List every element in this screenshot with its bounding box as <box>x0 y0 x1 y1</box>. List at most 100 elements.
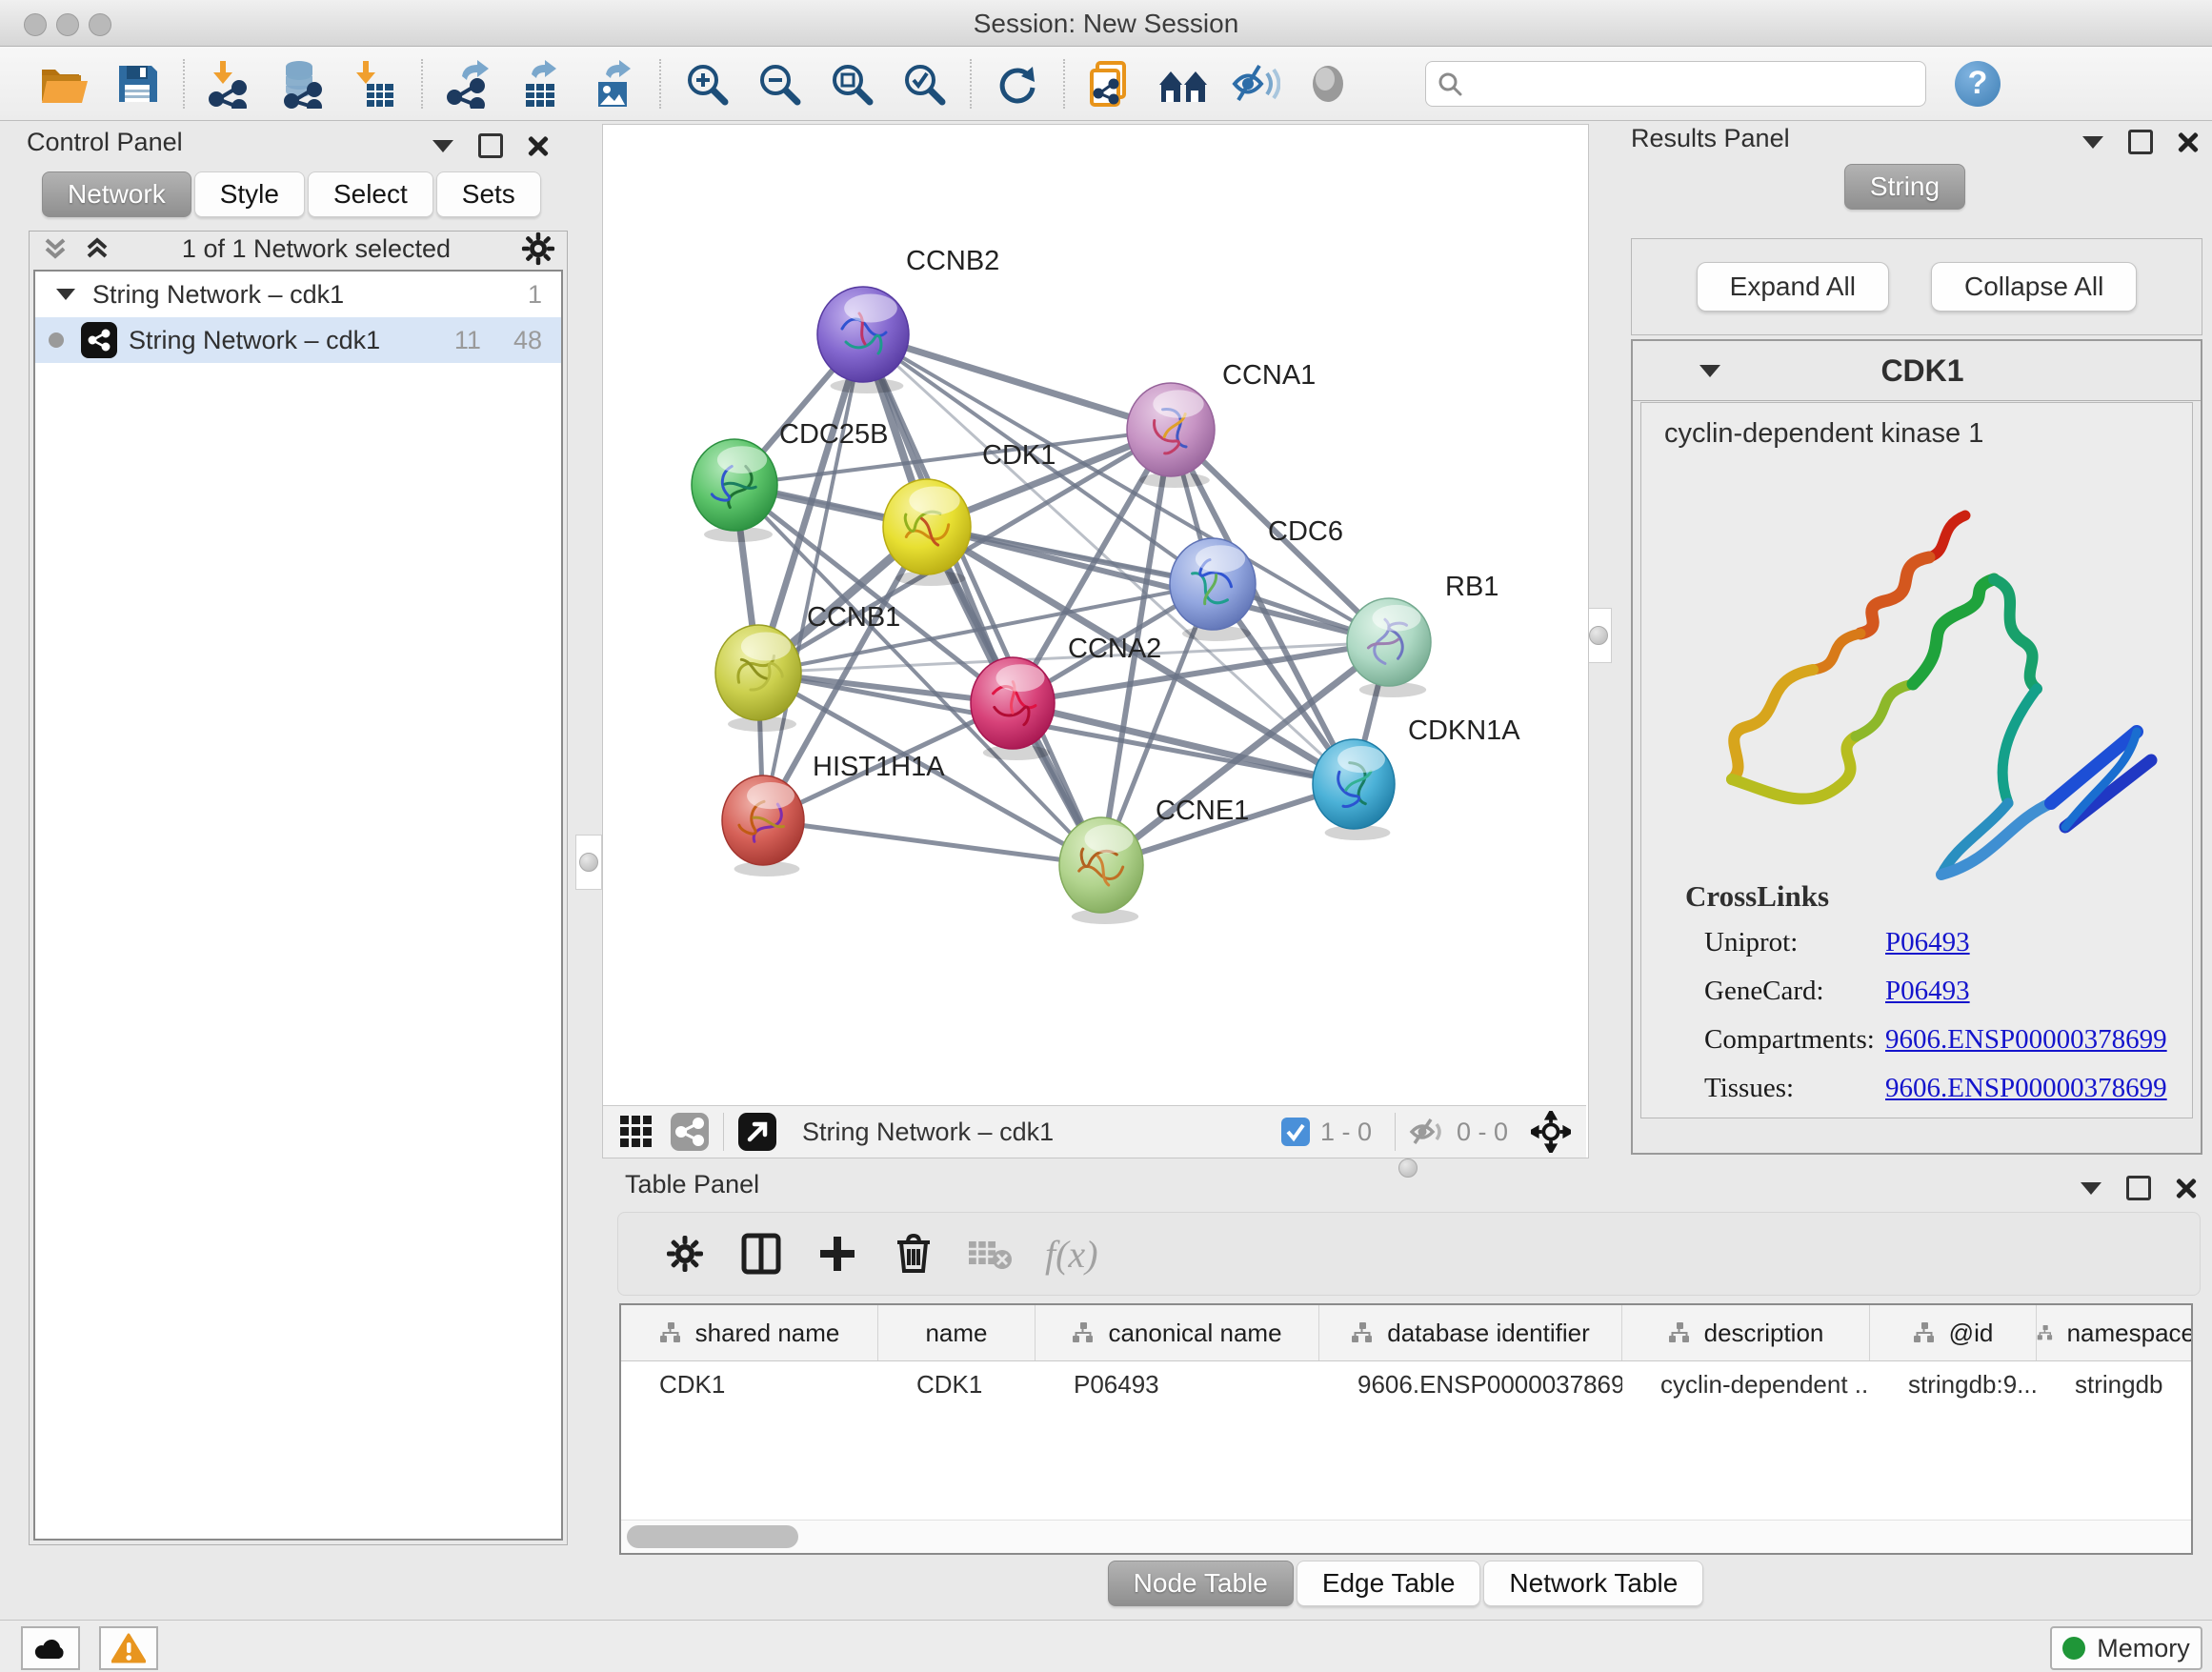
collapse-all-chevron-icon[interactable] <box>41 234 70 263</box>
memory-button[interactable]: Memory <box>2050 1626 2202 1670</box>
crosslink-row: Compartments:9606.ENSP00000378699 <box>1704 1024 2192 1056</box>
panel-menu-icon[interactable] <box>432 140 453 152</box>
uniprot-link[interactable]: P06493 <box>1885 927 1970 958</box>
hide-graphics-details-icon[interactable] <box>1229 57 1282 111</box>
hidden-eye-icon[interactable] <box>1409 1117 1447 1147</box>
grid-icon[interactable] <box>616 1112 656 1152</box>
zoom-in-icon[interactable] <box>680 57 734 111</box>
gene-entry-header[interactable]: CDK1 <box>1633 341 2201 401</box>
expand-all-chevron-icon[interactable] <box>83 234 111 263</box>
network-edge-hist1h1a-ccne1[interactable] <box>763 820 1101 865</box>
table-cell[interactable]: CDK1 <box>878 1370 1036 1400</box>
tab-style[interactable]: Style <box>194 171 305 217</box>
tree-expand-icon[interactable] <box>56 289 75 300</box>
genecard-link[interactable]: P06493 <box>1885 976 1970 1007</box>
column-header-sharedname[interactable]: shared name <box>621 1305 878 1360</box>
network-node-ccnb2[interactable] <box>817 287 909 393</box>
table-cell[interactable]: stringdb:9... <box>1870 1370 2037 1400</box>
network-edge-ccnb2-hist1h1a[interactable] <box>763 334 863 820</box>
table-cell[interactable]: stringdb <box>2037 1370 2193 1400</box>
new-network-from-selection-icon[interactable] <box>1084 57 1137 111</box>
selected-checkbox[interactable] <box>1280 1117 1311 1147</box>
first-neighbors-icon[interactable] <box>1156 57 1210 111</box>
column-header-canonicalname[interactable]: canonical name <box>1036 1305 1319 1360</box>
share-view-icon[interactable] <box>670 1112 710 1152</box>
table-cell[interactable]: P06493 <box>1036 1370 1319 1400</box>
left-splitter-handle[interactable] <box>575 835 602 890</box>
compartments-link[interactable]: 9606.ENSP00000378699 <box>1885 1024 2167 1056</box>
column-header-namespace[interactable]: namespace <box>2037 1305 2193 1360</box>
network-collection-row[interactable]: String Network – cdk1 1 <box>35 272 561 317</box>
import-table-icon[interactable] <box>349 57 402 111</box>
network-node-ccna1[interactable] <box>1127 383 1215 488</box>
panel-float-icon[interactable] <box>2128 130 2153 154</box>
gear-icon[interactable] <box>521 232 555 266</box>
function-builder-icon[interactable]: f(x) <box>1045 1232 1098 1277</box>
help-icon[interactable]: ? <box>1955 61 2001 107</box>
panel-close-icon[interactable] <box>2178 131 2199 152</box>
panel-menu-icon[interactable] <box>2081 1182 2101 1195</box>
network-canvas-svg[interactable]: CCNB2CCNA1CDC25BCDK1CDC6RB1CCNB1CCNA2CDK… <box>603 125 1586 1104</box>
refresh-view-icon[interactable] <box>991 57 1044 111</box>
table-horizontal-scrollbar[interactable] <box>621 1520 2191 1553</box>
table-cell[interactable]: CDK1 <box>621 1370 878 1400</box>
cloud-button[interactable] <box>21 1626 80 1670</box>
panel-float-icon[interactable] <box>2126 1176 2151 1200</box>
move-crosshair-icon[interactable] <box>1531 1112 1571 1152</box>
column-header-name[interactable]: name <box>878 1305 1036 1360</box>
add-column-icon[interactable] <box>811 1227 864 1280</box>
panel-menu-icon[interactable] <box>2082 136 2103 149</box>
network-edge-ccnb2-ccne1[interactable] <box>863 334 1101 865</box>
export-image-icon[interactable] <box>587 57 640 111</box>
collapse-entry-icon[interactable] <box>1699 365 1720 377</box>
table-cell[interactable]: cyclin-dependent ... <box>1622 1370 1870 1400</box>
panel-close-icon[interactable] <box>528 135 549 156</box>
delete-column-icon[interactable] <box>887 1227 940 1280</box>
network-node-ccnb1[interactable] <box>715 625 801 732</box>
zoom-selected-icon[interactable] <box>897 57 951 111</box>
panel-float-icon[interactable] <box>478 133 503 158</box>
collapse-all-button[interactable]: Collapse All <box>1931 262 2137 312</box>
column-header-databaseidentifier[interactable]: database identifier <box>1319 1305 1622 1360</box>
expand-all-button[interactable]: Expand All <box>1697 262 1889 312</box>
tab-sets[interactable]: Sets <box>436 171 541 217</box>
tab-edge-table[interactable]: Edge Table <box>1297 1561 1481 1606</box>
import-network-database-icon[interactable] <box>276 57 330 111</box>
search-input[interactable] <box>1472 68 1914 99</box>
column-header-id[interactable]: @id <box>1870 1305 2037 1360</box>
external-link-icon[interactable] <box>737 1112 777 1152</box>
birds-eye-view-icon[interactable] <box>1301 57 1355 111</box>
tab-node-table[interactable]: Node Table <box>1108 1561 1294 1606</box>
search-box[interactable] <box>1425 61 1926 107</box>
tab-select[interactable]: Select <box>308 171 433 217</box>
zoom-fit-icon[interactable] <box>825 57 878 111</box>
import-network-file-icon[interactable] <box>204 57 257 111</box>
gear-icon[interactable] <box>658 1227 712 1280</box>
tab-network-table[interactable]: Network Table <box>1483 1561 1703 1606</box>
warning-button[interactable] <box>99 1626 158 1670</box>
export-network-icon[interactable] <box>442 57 495 111</box>
tab-network[interactable]: Network <box>42 171 191 217</box>
save-session-icon[interactable] <box>111 57 164 111</box>
network-row[interactable]: String Network – cdk1 11 48 <box>35 317 561 363</box>
column-header-description[interactable]: description <box>1622 1305 1870 1360</box>
delete-table-icon[interactable] <box>963 1227 1016 1280</box>
table-cell[interactable]: 9606.ENSP00000378699 <box>1319 1370 1622 1400</box>
network-collection-label: String Network – cdk1 <box>92 280 344 310</box>
show-columns-icon[interactable] <box>734 1227 788 1280</box>
tissues-link[interactable]: 9606.ENSP00000378699 <box>1885 1073 2167 1104</box>
network-edge-ccnb2-ccna1[interactable] <box>863 334 1171 430</box>
table-row[interactable]: CDK1CDK1P064939606.ENSP00000378699cyclin… <box>621 1361 2191 1407</box>
network-node-rb1[interactable] <box>1347 598 1431 697</box>
zoom-out-icon[interactable] <box>753 57 806 111</box>
panel-close-icon[interactable] <box>2176 1178 2197 1199</box>
open-session-icon[interactable] <box>38 57 91 111</box>
network-node-cdkn1a[interactable] <box>1313 739 1395 840</box>
right-splitter-handle[interactable] <box>1585 608 1612 663</box>
network-node-hist1h1a[interactable] <box>722 776 804 876</box>
network-node-cdc25b[interactable] <box>692 439 777 542</box>
export-table-icon[interactable] <box>514 57 568 111</box>
network-node-ccne1[interactable] <box>1059 817 1143 924</box>
scrollbar-thumb[interactable] <box>627 1525 798 1548</box>
tab-string[interactable]: String <box>1844 164 1965 210</box>
